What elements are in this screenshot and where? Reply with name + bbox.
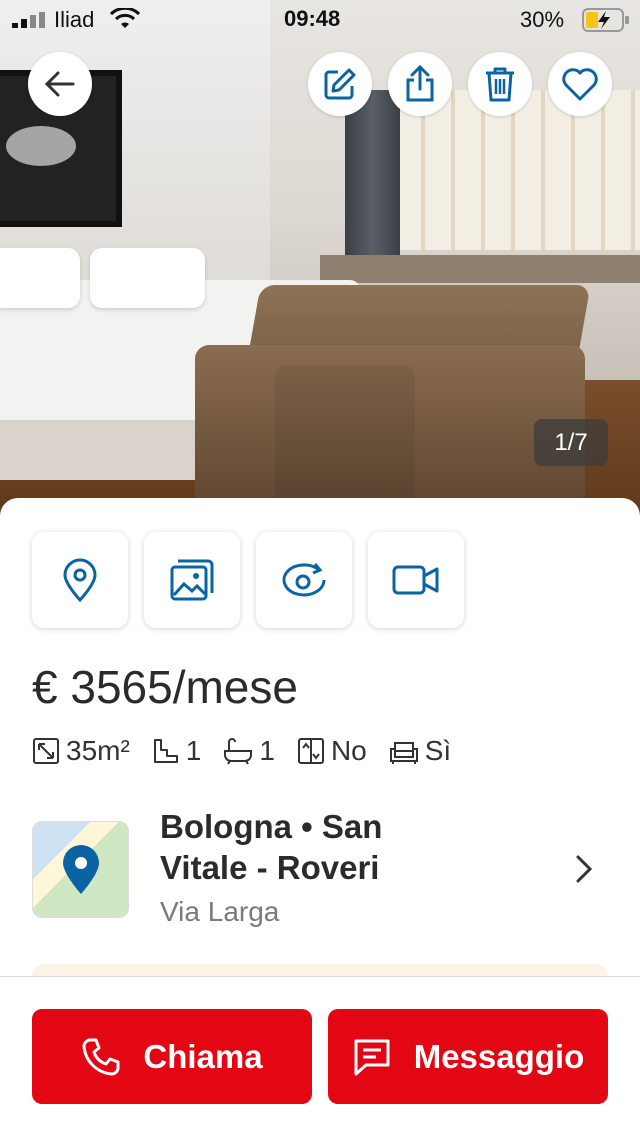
location-street: Via Larga xyxy=(160,896,280,927)
feature-elevator: No xyxy=(297,735,367,767)
feature-value: 1 xyxy=(185,735,202,766)
carrier-name: Iliad xyxy=(54,7,95,32)
bathtub-icon xyxy=(224,738,253,765)
edit-icon xyxy=(324,68,356,100)
features-row: 35m² 1 1 No Sì xyxy=(32,735,473,767)
360-view-icon xyxy=(282,563,326,597)
photo-window xyxy=(395,90,640,250)
back-button[interactable] xyxy=(28,52,92,116)
photo-sofa-arm xyxy=(275,365,415,505)
feature-value: Sì xyxy=(424,735,452,766)
photo-counter: 1/7 xyxy=(534,419,608,466)
status-bar: Iliad 09:48 30% xyxy=(0,0,640,40)
photo-pillow xyxy=(0,248,80,308)
feature-value: No xyxy=(330,735,367,766)
photo-pillow xyxy=(90,248,205,308)
furnished-icon xyxy=(389,742,418,764)
elevator-icon xyxy=(297,738,324,764)
feature-floors: 1 xyxy=(152,735,202,767)
clock: 09:48 xyxy=(284,6,341,31)
arrow-left-icon xyxy=(44,71,75,97)
area-icon xyxy=(33,738,59,764)
map-tile[interactable] xyxy=(32,532,128,628)
feature-value: 35m² xyxy=(66,735,130,766)
action-bar: Chiama Messaggio xyxy=(0,976,640,1137)
battery-icon xyxy=(582,8,629,32)
stairs-icon xyxy=(153,739,178,763)
photo-curtain xyxy=(345,90,400,260)
chat-icon xyxy=(354,1039,390,1075)
virtual-tour-tile[interactable] xyxy=(256,532,352,628)
wifi-icon xyxy=(110,8,140,28)
map-pin-icon xyxy=(63,558,97,602)
delete-button[interactable] xyxy=(468,52,532,116)
share-button[interactable] xyxy=(388,52,452,116)
location-map-thumbnail xyxy=(32,821,129,918)
feature-furnished: Sì xyxy=(389,735,451,767)
photos-tile[interactable] xyxy=(144,532,240,628)
heart-icon xyxy=(562,68,598,101)
video-tile[interactable] xyxy=(368,532,464,628)
call-button[interactable]: Chiama xyxy=(32,1009,312,1104)
feature-value: 1 xyxy=(259,735,275,766)
media-tiles xyxy=(32,532,464,628)
call-label: Chiama xyxy=(143,1037,263,1075)
gallery-icon xyxy=(170,559,214,601)
chevron-right-icon xyxy=(576,855,593,883)
share-icon xyxy=(406,65,434,102)
favorite-button[interactable] xyxy=(548,52,612,116)
edit-button[interactable] xyxy=(308,52,372,116)
feature-area: 35m² xyxy=(32,735,130,767)
video-camera-icon xyxy=(392,565,439,595)
message-label: Messaggio xyxy=(413,1037,585,1075)
map-pin-icon xyxy=(63,845,99,894)
location-title: Bologna • San Vitale - Roveri xyxy=(160,808,383,886)
feature-bathrooms: 1 xyxy=(223,735,275,767)
phone-icon xyxy=(82,1038,120,1075)
price: € 3565/mese xyxy=(32,661,298,713)
location-row[interactable]: Bologna • San Vitale - Roveri Via Larga xyxy=(32,806,608,946)
trash-icon xyxy=(486,67,514,102)
photo-desk xyxy=(320,255,640,283)
battery-percent: 30% xyxy=(520,7,565,32)
message-button[interactable]: Messaggio xyxy=(328,1009,608,1104)
signal-icon xyxy=(12,12,45,28)
